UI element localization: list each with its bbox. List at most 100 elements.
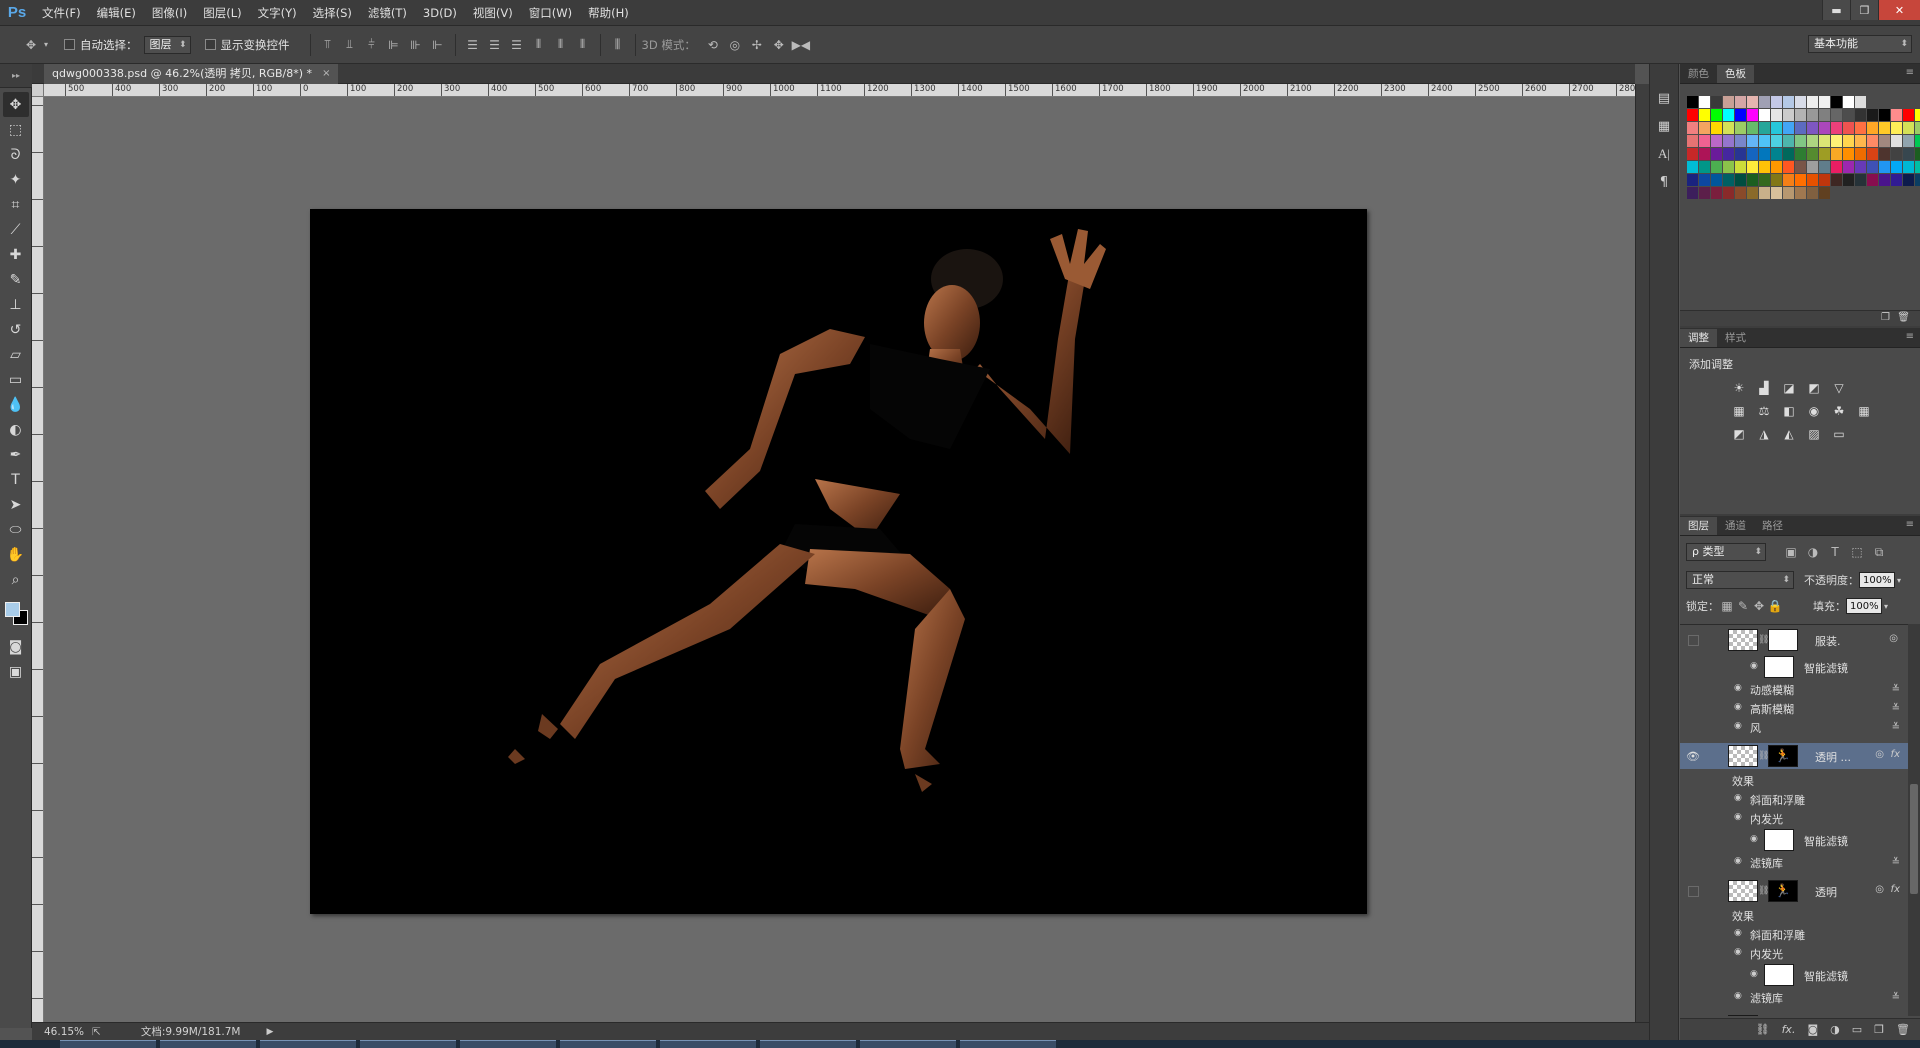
- color-swatch[interactable]: [1795, 187, 1806, 199]
- fill-input[interactable]: 100%: [1846, 598, 1882, 614]
- opacity-input[interactable]: 100%: [1859, 572, 1895, 588]
- chain-link-icon[interactable]: ⛓: [1758, 751, 1769, 761]
- effect-item[interactable]: ◉ 内发光: [1680, 809, 1908, 828]
- color-swatch[interactable]: [1711, 135, 1722, 147]
- threshold-icon[interactable]: ◭: [1780, 426, 1798, 441]
- 3d-drag-icon[interactable]: ✢: [746, 34, 768, 56]
- properties-panel-icon[interactable]: ▦: [1652, 114, 1676, 138]
- color-swatch[interactable]: [1783, 122, 1794, 134]
- align-hcenter-icon[interactable]: ⊪: [405, 34, 427, 56]
- healing-brush-tool-icon[interactable]: ✚: [3, 242, 29, 267]
- color-swatch[interactable]: [1771, 148, 1782, 160]
- color-swatch[interactable]: [1771, 96, 1782, 108]
- color-swatch[interactable]: [1759, 109, 1770, 121]
- color-swatch[interactable]: [1891, 174, 1902, 186]
- color-swatch[interactable]: [1699, 96, 1710, 108]
- color-swatch[interactable]: [1711, 122, 1722, 134]
- zoom-level[interactable]: 46.15%: [44, 1026, 84, 1038]
- color-swatch[interactable]: [1699, 187, 1710, 199]
- invert-icon[interactable]: ◩: [1730, 426, 1748, 441]
- color-swatch[interactable]: [1915, 174, 1920, 186]
- color-swatch[interactable]: [1711, 148, 1722, 160]
- gradient-map-icon[interactable]: ▭: [1830, 426, 1848, 441]
- auto-select-checkbox[interactable]: [64, 39, 75, 50]
- color-swatch[interactable]: [1843, 148, 1854, 160]
- color-swatch[interactable]: [1819, 148, 1830, 160]
- eye-icon[interactable]: ◉: [1734, 793, 1746, 803]
- layers-scroll-thumb[interactable]: [1910, 784, 1918, 894]
- taskbar-item[interactable]: [760, 1040, 856, 1048]
- layer-style-icon[interactable]: fx.: [1782, 1023, 1796, 1036]
- color-swatch[interactable]: [1915, 109, 1920, 121]
- color-swatch[interactable]: [1723, 96, 1734, 108]
- minimize-button[interactable]: ▬: [1822, 0, 1850, 20]
- color-swatch[interactable]: [1699, 161, 1710, 173]
- color-swatch[interactable]: [1783, 96, 1794, 108]
- color-swatch[interactable]: [1843, 135, 1854, 147]
- taskbar-item[interactable]: [60, 1040, 156, 1048]
- taskbar-item[interactable]: [460, 1040, 556, 1048]
- path-selection-tool-icon[interactable]: ➤: [3, 492, 29, 517]
- color-swatch[interactable]: [1687, 161, 1698, 173]
- effects-group[interactable]: 效果: [1680, 771, 1908, 790]
- taskbar-item[interactable]: [360, 1040, 456, 1048]
- effect-item[interactable]: ◉ 斜面和浮雕: [1680, 925, 1908, 944]
- opacity-dropdown-icon[interactable]: ▾: [1897, 576, 1901, 585]
- ruler-origin[interactable]: [32, 84, 44, 97]
- color-swatch[interactable]: [1759, 135, 1770, 147]
- tab-swatches[interactable]: 色板: [1717, 65, 1754, 83]
- tab-paths[interactable]: 路径: [1754, 517, 1791, 535]
- color-swatch[interactable]: [1723, 122, 1734, 134]
- color-swatch[interactable]: [1723, 161, 1734, 173]
- filter-item[interactable]: ◉ 滤镜库 ≚: [1680, 853, 1908, 872]
- color-swatch[interactable]: [1759, 122, 1770, 134]
- color-swatch[interactable]: [1747, 135, 1758, 147]
- color-swatch[interactable]: [1795, 161, 1806, 173]
- color-swatch[interactable]: [1747, 187, 1758, 199]
- distribute-vcenter-icon[interactable]: ☰: [484, 34, 506, 56]
- effect-item[interactable]: ◉ 内发光: [1680, 944, 1908, 963]
- 3d-roll-icon[interactable]: ◎: [724, 34, 746, 56]
- menu-item[interactable]: 文字(Y): [250, 0, 305, 26]
- lock-pixels-icon[interactable]: ✎: [1735, 595, 1751, 617]
- color-swatch[interactable]: [1759, 174, 1770, 186]
- menu-item[interactable]: 窗口(W): [521, 0, 580, 26]
- panel-menu-icon[interactable]: ≡: [1906, 67, 1914, 78]
- tab-color[interactable]: 颜色: [1680, 65, 1717, 83]
- color-swatch[interactable]: [1747, 109, 1758, 121]
- auto-align-icon[interactable]: ⫼: [607, 34, 629, 56]
- eye-icon[interactable]: ◉: [1734, 928, 1746, 938]
- type-tool-icon[interactable]: T: [3, 467, 29, 492]
- lock-position-icon[interactable]: ✥: [1751, 595, 1767, 617]
- eye-icon[interactable]: ◉: [1750, 969, 1758, 979]
- color-swatch[interactable]: [1711, 96, 1722, 108]
- eye-icon[interactable]: ◉: [1734, 991, 1746, 1001]
- color-swatch[interactable]: [1723, 135, 1734, 147]
- color-swatch[interactable]: [1783, 161, 1794, 173]
- selective-color-icon[interactable]: ▨: [1805, 426, 1823, 441]
- visibility-toggle[interactable]: [1686, 884, 1700, 898]
- color-swatch[interactable]: [1687, 109, 1698, 121]
- color-swatch[interactable]: [1783, 148, 1794, 160]
- zoom-tool-icon[interactable]: ⌕: [3, 567, 29, 592]
- color-swatch[interactable]: [1747, 122, 1758, 134]
- filter-options-icon[interactable]: ≚: [1892, 684, 1900, 695]
- color-swatch[interactable]: [1819, 122, 1830, 134]
- color-swatch[interactable]: [1687, 148, 1698, 160]
- channel-mixer-icon[interactable]: ☘: [1830, 403, 1848, 418]
- color-swatch[interactable]: [1843, 174, 1854, 186]
- color-swatch[interactable]: [1735, 161, 1746, 173]
- new-adjustment-layer-icon[interactable]: ◑: [1830, 1023, 1840, 1036]
- eye-icon[interactable]: ◉: [1734, 947, 1746, 957]
- smart-filters-group[interactable]: ◉ 智能滤镜: [1680, 655, 1908, 679]
- layer-thumbnail[interactable]: [1728, 1015, 1758, 1016]
- color-swatch[interactable]: [1699, 122, 1710, 134]
- align-top-icon[interactable]: ⫪: [317, 34, 339, 56]
- smart-filter-mask-thumbnail[interactable]: [1764, 964, 1794, 986]
- smart-filter-mask-thumbnail[interactable]: [1764, 656, 1794, 678]
- color-swatch[interactable]: [1891, 122, 1902, 134]
- hue-saturation-icon[interactable]: ▦: [1730, 403, 1748, 418]
- menu-item[interactable]: 帮助(H): [580, 0, 637, 26]
- color-swatch[interactable]: [1735, 109, 1746, 121]
- foreground-color-swatch[interactable]: [4, 602, 20, 617]
